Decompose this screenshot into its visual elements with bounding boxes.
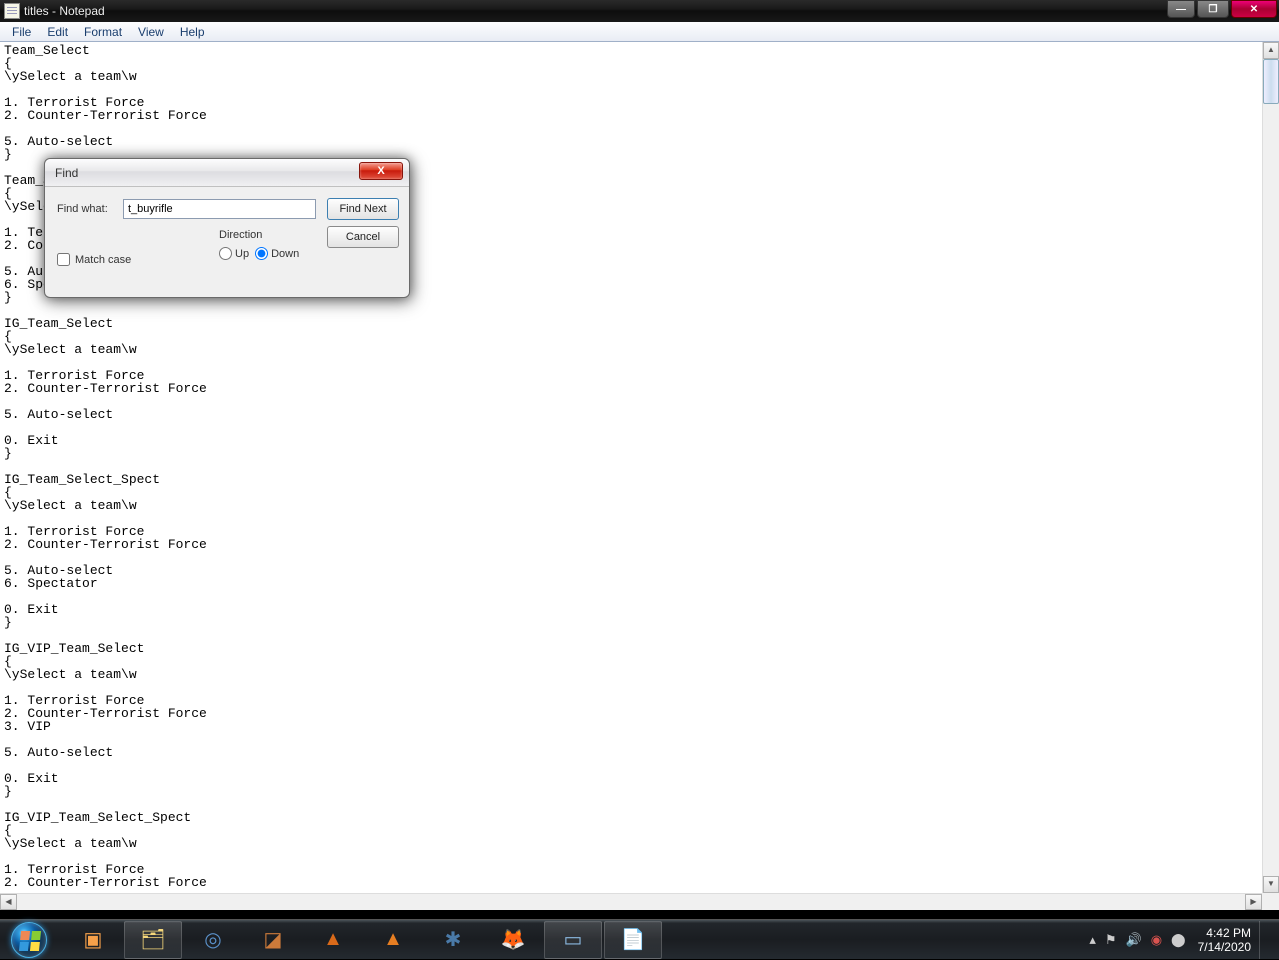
find-dialog-titlebar[interactable]: Find X bbox=[45, 159, 409, 187]
maximize-button[interactable]: ❐ bbox=[1197, 0, 1229, 18]
media-player-icon: ▣ bbox=[78, 926, 108, 954]
clock[interactable]: 4:42 PM 7/14/2020 bbox=[1198, 926, 1251, 954]
clock-time: 4:42 PM bbox=[1198, 926, 1251, 940]
find-dialog: Find X Find what: Find Next Cancel Direc… bbox=[44, 158, 410, 298]
tray-app-icon[interactable]: ◉ bbox=[1151, 932, 1162, 948]
horizontal-scrollbar[interactable]: ◀ ▶ bbox=[0, 893, 1262, 910]
tray-icons: ▴ ⚑ 🔊 ◉ ⬤ bbox=[1089, 932, 1185, 948]
menu-edit[interactable]: Edit bbox=[39, 23, 76, 41]
direction-down-radio[interactable] bbox=[255, 247, 268, 260]
gear-icon: ✱ bbox=[438, 926, 468, 954]
picture-icon: ▭ bbox=[558, 926, 588, 954]
taskbar-item-notepad[interactable]: 📄 bbox=[604, 921, 662, 959]
minimize-button[interactable]: — bbox=[1167, 0, 1195, 18]
show-desktop-button[interactable] bbox=[1259, 921, 1273, 959]
up-label: Up bbox=[235, 248, 249, 260]
taskbar-item-app3[interactable]: ▲ bbox=[304, 921, 362, 959]
notepad-icon bbox=[4, 3, 20, 19]
notepad-icon: 📄 bbox=[618, 926, 648, 954]
taskbar-item-firefox[interactable]: 🦊 bbox=[484, 921, 542, 959]
match-case-label: Match case bbox=[75, 254, 131, 266]
flame-icon: ▲ bbox=[318, 926, 348, 954]
firefox-icon: 🦊 bbox=[498, 926, 528, 954]
taskbar-item-app1[interactable]: ◎ bbox=[184, 921, 242, 959]
start-button[interactable] bbox=[2, 920, 56, 960]
find-next-button[interactable]: Find Next bbox=[327, 198, 399, 220]
scroll-thumb[interactable] bbox=[1263, 59, 1279, 104]
chevron-up-icon[interactable]: ▴ bbox=[1089, 932, 1096, 948]
direction-label: Direction bbox=[219, 229, 299, 241]
scroll-right-button[interactable]: ▶ bbox=[1245, 894, 1262, 910]
scroll-down-button[interactable]: ▼ bbox=[1263, 876, 1279, 893]
find-dialog-body: Find what: Find Next Cancel Direction Up… bbox=[45, 187, 409, 297]
window-title: titles - Notepad bbox=[24, 4, 105, 18]
vertical-scrollbar[interactable]: ▲ ▼ bbox=[1262, 42, 1279, 893]
scroll-left-button[interactable]: ◀ bbox=[0, 894, 17, 910]
vlc-icon: ▲ bbox=[378, 926, 408, 954]
taskbar-item-explorer[interactable]: 🗂 bbox=[124, 921, 182, 959]
cancel-button[interactable]: Cancel bbox=[327, 226, 399, 248]
taskbar-items: ▣ 🗂 ◎ ◪ ▲ ▲ ✱ 🦊 ▭ 📄 bbox=[64, 921, 662, 959]
taskbar-item-app5[interactable]: ▭ bbox=[544, 921, 602, 959]
scroll-up-button[interactable]: ▲ bbox=[1263, 42, 1279, 59]
find-close-button[interactable]: X bbox=[359, 162, 403, 180]
find-what-input[interactable] bbox=[123, 199, 316, 219]
window-titlebar: titles - Notepad — ❐ ✕ bbox=[0, 0, 1279, 22]
action-center-icon[interactable]: ⚑ bbox=[1105, 932, 1117, 948]
tray-app-icon-2[interactable]: ⬤ bbox=[1171, 932, 1186, 948]
direction-up-radio[interactable] bbox=[219, 247, 232, 260]
taskbar-item-mediaplayer[interactable]: ▣ bbox=[64, 921, 122, 959]
taskbar-item-app4[interactable]: ✱ bbox=[424, 921, 482, 959]
app-icon: ◎ bbox=[198, 926, 228, 954]
windows-logo-icon bbox=[11, 922, 47, 958]
menu-file[interactable]: File bbox=[4, 23, 39, 41]
window-controls: — ❐ ✕ bbox=[1165, 0, 1277, 18]
app-icon: ◪ bbox=[258, 926, 288, 954]
menu-help[interactable]: Help bbox=[172, 23, 213, 41]
scroll-corner bbox=[1262, 893, 1279, 910]
system-tray: ▴ ⚑ 🔊 ◉ ⬤ 4:42 PM 7/14/2020 bbox=[1089, 920, 1279, 959]
menu-format[interactable]: Format bbox=[76, 23, 130, 41]
menu-bar: File Edit Format View Help bbox=[0, 22, 1279, 42]
taskbar: ▣ 🗂 ◎ ◪ ▲ ▲ ✱ 🦊 ▭ 📄 ▴ ⚑ 🔊 ◉ ⬤ 4:42 PM 7/… bbox=[0, 919, 1279, 959]
folder-icon: 🗂 bbox=[138, 926, 168, 954]
volume-icon[interactable]: 🔊 bbox=[1126, 932, 1142, 948]
close-button[interactable]: ✕ bbox=[1231, 0, 1277, 18]
match-case-checkbox[interactable] bbox=[57, 253, 70, 266]
match-case-option[interactable]: Match case bbox=[57, 253, 131, 266]
taskbar-item-vlc[interactable]: ▲ bbox=[364, 921, 422, 959]
find-what-label: Find what: bbox=[57, 203, 108, 215]
direction-up-option[interactable]: Up bbox=[219, 247, 249, 260]
down-label: Down bbox=[271, 248, 299, 260]
direction-group: Direction Up Down bbox=[219, 229, 299, 260]
clock-date: 7/14/2020 bbox=[1198, 940, 1251, 954]
taskbar-item-app2[interactable]: ◪ bbox=[244, 921, 302, 959]
direction-down-option[interactable]: Down bbox=[255, 247, 299, 260]
menu-view[interactable]: View bbox=[130, 23, 172, 41]
find-dialog-title: Find bbox=[55, 166, 78, 180]
